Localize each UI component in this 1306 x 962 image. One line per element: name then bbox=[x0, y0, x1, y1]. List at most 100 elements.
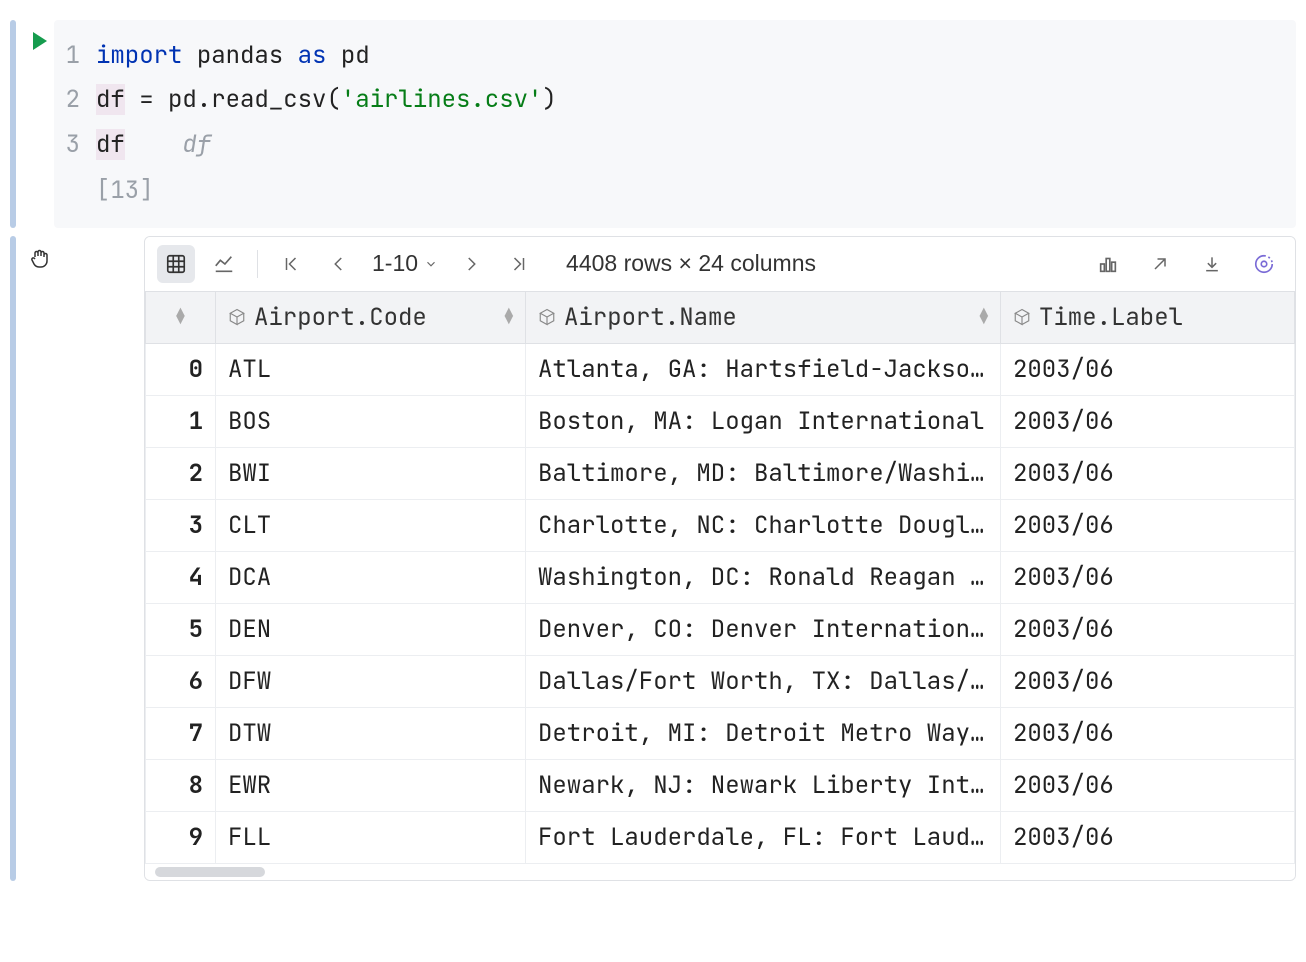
row-index: 6 bbox=[146, 655, 216, 707]
table-row[interactable]: 2BWIBaltimore, MD: Baltimore/Washington … bbox=[146, 447, 1295, 499]
cell-airport-name: Charlotte, NC: Charlotte Douglas Interna… bbox=[526, 499, 1001, 551]
row-index: 7 bbox=[146, 707, 216, 759]
cell-airport-code: DFW bbox=[216, 655, 526, 707]
cell-airport-code: FLL bbox=[216, 811, 526, 863]
cell-airport-code: DCA bbox=[216, 551, 526, 603]
grab-cursor-icon bbox=[28, 246, 52, 270]
prev-page-button[interactable] bbox=[320, 245, 358, 283]
cell-airport-name: Detroit, MI: Detroit Metro Wayne County bbox=[526, 707, 1001, 759]
column-header-airport-name[interactable]: Airport.Name ▲▼ bbox=[526, 291, 1001, 343]
row-index: 1 bbox=[146, 395, 216, 447]
page-range-selector[interactable]: 1-10 bbox=[368, 250, 442, 277]
cell-time-label: 2003/06 bbox=[1001, 447, 1295, 499]
dataframe-table: ▲▼ Airport.Code ▲▼ bbox=[145, 291, 1295, 864]
column-stats-button[interactable] bbox=[1089, 245, 1127, 283]
sort-icon: ▲▼ bbox=[505, 309, 513, 325]
cell-airport-code: BOS bbox=[216, 395, 526, 447]
run-icon bbox=[33, 32, 47, 50]
dataframe-toolbar: 1-10 4408 rows × 24 columns bbox=[145, 237, 1295, 291]
column-type-icon bbox=[1013, 308, 1031, 326]
row-index: 2 bbox=[146, 447, 216, 499]
table-row[interactable]: 5DENDenver, CO: Denver International2003… bbox=[146, 603, 1295, 655]
cell-time-label: 2003/06 bbox=[1001, 759, 1295, 811]
cell-time-label: 2003/06 bbox=[1001, 811, 1295, 863]
horizontal-scrollbar[interactable] bbox=[145, 864, 1295, 880]
table-row[interactable]: 4DCAWashington, DC: Ronald Reagan Washin… bbox=[146, 551, 1295, 603]
run-button[interactable] bbox=[26, 32, 54, 50]
cell-airport-code: EWR bbox=[216, 759, 526, 811]
code-line-2: df = pd.read_csv('airlines.csv') bbox=[96, 78, 557, 122]
code-editor[interactable]: 1 import pandas as pd 2 df = pd.read_csv… bbox=[54, 20, 1296, 228]
cell-airport-name: Baltimore, MD: Baltimore/Washington Inte… bbox=[526, 447, 1001, 499]
cell-time-label: 2003/06 bbox=[1001, 551, 1295, 603]
notebook: 1 import pandas as pd 2 df = pd.read_csv… bbox=[0, 0, 1306, 901]
cell-airport-name: Dallas/Fort Worth, TX: Dallas/Fort Worth… bbox=[526, 655, 1001, 707]
cell-airport-code: ATL bbox=[216, 343, 526, 395]
output-cell-marker bbox=[10, 236, 16, 881]
gutter-line-number: 2 bbox=[60, 78, 96, 122]
page-range-label: 1-10 bbox=[372, 250, 418, 277]
table-row[interactable]: 1BOSBoston, MA: Logan International2003/… bbox=[146, 395, 1295, 447]
table-view-button[interactable] bbox=[157, 245, 195, 283]
chevron-down-icon bbox=[424, 257, 438, 271]
row-index: 5 bbox=[146, 603, 216, 655]
cell-time-label: 2003/06 bbox=[1001, 499, 1295, 551]
cell-marker bbox=[10, 20, 16, 228]
column-header-label: Time.Label bbox=[1039, 302, 1183, 333]
column-header-label: Airport.Name bbox=[564, 302, 737, 333]
gutter-line-number: 3 bbox=[60, 123, 96, 167]
first-page-button[interactable] bbox=[272, 245, 310, 283]
dataframe-table-wrapper: ▲▼ Airport.Code ▲▼ bbox=[145, 291, 1295, 864]
table-row[interactable]: 6DFWDallas/Fort Worth, TX: Dallas/Fort W… bbox=[146, 655, 1295, 707]
code-line-1: import pandas as pd bbox=[96, 34, 370, 78]
last-page-button[interactable] bbox=[500, 245, 538, 283]
execution-count: [13] bbox=[60, 169, 1282, 213]
cell-airport-name: Atlanta, GA: Hartsfield-Jackson Atlanta … bbox=[526, 343, 1001, 395]
sort-icon: ▲▼ bbox=[980, 309, 988, 325]
sort-icon: ▲▼ bbox=[158, 309, 203, 325]
column-header-label: Airport.Code bbox=[254, 302, 427, 333]
cell-airport-code: CLT bbox=[216, 499, 526, 551]
row-index: 8 bbox=[146, 759, 216, 811]
chart-view-button[interactable] bbox=[205, 245, 243, 283]
cell-airport-name: Fort Lauderdale, FL: Fort Lauderdale-Hol… bbox=[526, 811, 1001, 863]
column-header-time-label[interactable]: Time.Label bbox=[1001, 291, 1295, 343]
more-options-button[interactable] bbox=[1245, 245, 1283, 283]
cell-airport-name: Boston, MA: Logan International bbox=[526, 395, 1001, 447]
code-line-3: df df bbox=[96, 123, 211, 167]
table-row[interactable]: 8EWRNewark, NJ: Newark Liberty Internati… bbox=[146, 759, 1295, 811]
download-button[interactable] bbox=[1193, 245, 1231, 283]
cell-airport-name: Washington, DC: Ronald Reagan Washington… bbox=[526, 551, 1001, 603]
cell-airport-code: BWI bbox=[216, 447, 526, 499]
next-page-button[interactable] bbox=[452, 245, 490, 283]
column-type-icon bbox=[538, 308, 556, 326]
table-summary: 4408 rows × 24 columns bbox=[566, 250, 1079, 277]
toolbar-divider bbox=[257, 250, 258, 278]
cell-time-label: 2003/06 bbox=[1001, 395, 1295, 447]
inline-type-hint: df bbox=[182, 129, 211, 160]
cell-time-label: 2003/06 bbox=[1001, 707, 1295, 759]
column-header-airport-code[interactable]: Airport.Code ▲▼ bbox=[216, 291, 526, 343]
cell-airport-code: DTW bbox=[216, 707, 526, 759]
code-cell: 1 import pandas as pd 2 df = pd.read_csv… bbox=[10, 20, 1296, 228]
row-index: 0 bbox=[146, 343, 216, 395]
gutter-line-number: 1 bbox=[60, 34, 96, 78]
row-index: 4 bbox=[146, 551, 216, 603]
column-type-icon bbox=[228, 308, 246, 326]
cell-airport-name: Denver, CO: Denver International bbox=[526, 603, 1001, 655]
scrollbar-thumb[interactable] bbox=[155, 867, 265, 877]
table-row[interactable]: 3CLTCharlotte, NC: Charlotte Douglas Int… bbox=[146, 499, 1295, 551]
dataframe-viewer: 1-10 4408 rows × 24 columns bbox=[144, 236, 1296, 881]
cell-time-label: 2003/06 bbox=[1001, 343, 1295, 395]
row-index: 3 bbox=[146, 499, 216, 551]
index-column-header[interactable]: ▲▼ bbox=[146, 291, 216, 343]
cell-airport-name: Newark, NJ: Newark Liberty International bbox=[526, 759, 1001, 811]
cell-airport-code: DEN bbox=[216, 603, 526, 655]
cell-time-label: 2003/06 bbox=[1001, 655, 1295, 707]
open-external-button[interactable] bbox=[1141, 245, 1179, 283]
table-row[interactable]: 7DTWDetroit, MI: Detroit Metro Wayne Cou… bbox=[146, 707, 1295, 759]
cell-time-label: 2003/06 bbox=[1001, 603, 1295, 655]
table-row[interactable]: 0ATLAtlanta, GA: Hartsfield-Jackson Atla… bbox=[146, 343, 1295, 395]
row-index: 9 bbox=[146, 811, 216, 863]
table-row[interactable]: 9FLLFort Lauderdale, FL: Fort Lauderdale… bbox=[146, 811, 1295, 863]
